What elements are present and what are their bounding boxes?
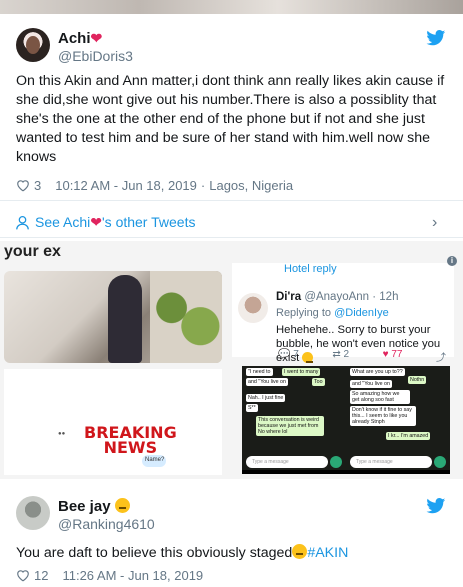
tweet-text: You are daft to believe this obviously s… [16, 544, 452, 563]
twitter-bird-icon[interactable] [426, 30, 446, 46]
chat-message: What are you up to?? [350, 368, 405, 376]
like-count: 3 [34, 178, 42, 193]
author-name[interactable]: Bee jay [58, 498, 130, 515]
author-name[interactable]: Achi❤ [58, 30, 102, 47]
chat-message: Nah.. I just fine [246, 394, 286, 402]
see-more-prefix[interactable]: See Achi [35, 214, 90, 230]
heart-outline-icon[interactable] [16, 569, 30, 582]
tweet-text-body: You are daft to believe this obviously s… [16, 545, 293, 561]
whatsapp-screenshot-right: What are you up to?? Nothn and "You live… [346, 366, 450, 474]
reply-card: Hotel reply Di'ra @AnayoAnn · 12h Replyi… [232, 263, 454, 364]
chat-message: and "You live on [246, 378, 288, 386]
reply-author-handle: @AnayoAnn · 12h [304, 291, 399, 303]
like-count: 12 [34, 568, 49, 583]
heart-outline-icon[interactable] [16, 179, 30, 192]
like-count: 77 [391, 349, 403, 360]
chat-message: Nothn [408, 376, 427, 384]
reply-actions: 💬 7 ⇄ 2 ♥ 77 ⤴ [278, 349, 446, 364]
share-icon: ⤴ [435, 353, 446, 364]
reply-author: Di'ra @AnayoAnn · 12h [276, 291, 398, 303]
mic-icon [330, 456, 342, 468]
chat-message: S** [246, 404, 258, 412]
chat-message: I went to many [282, 368, 321, 376]
see-other-tweets-link[interactable]: See Achi❤'s other Tweets [16, 214, 195, 231]
author-handle[interactable]: @EbiDoris3 [58, 48, 133, 64]
twitter-bird-icon[interactable] [426, 498, 446, 514]
author-name-text[interactable]: Bee jay [58, 498, 111, 515]
replying-prefix: Replying to [276, 307, 332, 319]
whatsapp-screenshot-left: "I need to I went to many and "You live … [242, 366, 346, 474]
chat-message: Don't know if it fine to say this... I s… [350, 406, 416, 426]
chevron-right-icon[interactable]: › [432, 214, 437, 232]
info-icon[interactable]: i [447, 256, 457, 266]
reply-icon: 💬 7 [278, 349, 299, 360]
breaking-news-text: BREAKING NEWS [84, 425, 177, 457]
message-input: Type a message [246, 456, 328, 468]
heart-emoji-icon: ❤ [90, 30, 103, 46]
see-more-suffix[interactable]: 's other Tweets [102, 214, 195, 230]
avatar [238, 293, 268, 323]
replying-handle: @DidenIye [334, 307, 389, 319]
divider [0, 200, 463, 201]
chat-dots: ●● [58, 431, 66, 437]
neutral-face-emoji-icon [114, 498, 130, 513]
replying-to: Replying to @DidenIye [276, 307, 389, 319]
tweet-meta: 12 11:26 AM - Jun 18, 2019 [16, 568, 203, 583]
reply-count: 7 [293, 349, 299, 360]
chat-message: Too [312, 378, 325, 386]
chat-message: "I need to [246, 368, 273, 376]
author-handle[interactable]: @Ranking4610 [58, 516, 155, 532]
divider [0, 237, 463, 238]
nav-bar [242, 470, 346, 474]
timestamp[interactable]: 11:26 AM - Jun 18, 2019 [62, 568, 203, 583]
retweet-icon: ⇄ 2 [332, 349, 350, 360]
name-bubble: Name? [142, 455, 166, 467]
message-input: Type a message [350, 456, 432, 468]
timestamp[interactable]: 10:12 AM - Jun 18, 2019 [55, 178, 197, 193]
girl-photo [4, 271, 222, 363]
news-line: NEWS [103, 438, 158, 457]
location[interactable]: Lagos, Nigeria [209, 178, 293, 193]
tweet-text: On this Akin and Ann matter,i dont think… [16, 73, 445, 165]
tweet-bee-jay: Bee jay @Ranking4610 You are daft to bel… [0, 480, 463, 587]
retweet-count: 2 [343, 349, 350, 360]
cut-text: your ex [4, 243, 61, 260]
heart-emoji-icon: ❤ [90, 214, 102, 230]
mic-icon [434, 456, 446, 468]
tweet-meta: 3 10:12 AM - Jun 18, 2019 · Lagos, Niger… [16, 178, 293, 193]
leaves [150, 271, 222, 363]
nav-bar [346, 470, 450, 474]
chat-message: This conversation is weird because we ju… [256, 416, 324, 436]
chat-message: and "You live on [350, 380, 392, 388]
avatar[interactable] [16, 496, 50, 530]
person-icon [16, 215, 29, 229]
embedded-screenshot-image[interactable]: your ex ●● BREAKING NEWS Name? Hotel rep… [0, 241, 463, 479]
hashtag-link[interactable]: #AKIN [307, 545, 348, 561]
previous-tweet-image-strip [0, 0, 463, 14]
author-name-text[interactable]: Achi [58, 30, 91, 47]
chat-message: So amazing how we get along soo fast [350, 390, 410, 404]
neutral-face-emoji-icon [292, 544, 308, 559]
chat-message: I kr... I'm amazed [386, 432, 431, 440]
chat-snippet [4, 369, 222, 475]
avatar[interactable] [16, 28, 50, 62]
reply-link-cut: Hotel reply [284, 263, 337, 275]
heart-filled-icon: ♥ 77 [382, 349, 403, 360]
girl-figure [108, 275, 142, 363]
reply-author-name: Di'ra [276, 291, 302, 303]
